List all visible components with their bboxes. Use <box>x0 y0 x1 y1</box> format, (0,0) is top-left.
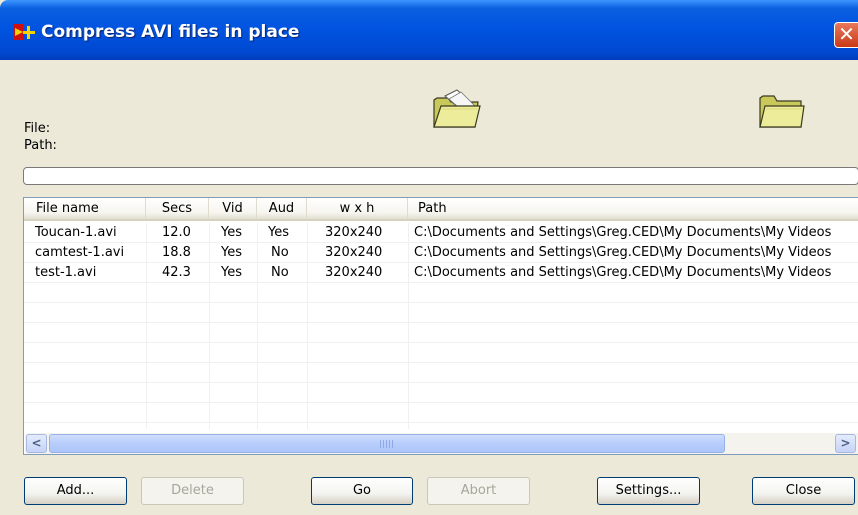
progress-bar <box>23 167 858 185</box>
scroll-left-button[interactable]: < <box>26 434 47 453</box>
cell-file-name: test-1.avi <box>35 265 97 280</box>
cell-secs: 18.8 <box>162 245 191 260</box>
cell-aud: Yes <box>268 225 289 240</box>
cell-vid: Yes <box>221 245 242 260</box>
scroll-right-button[interactable]: > <box>835 434 856 453</box>
file-list[interactable]: File name Secs Vid Aud w x h Path Toucan… <box>23 197 858 455</box>
open-folder-icon <box>433 89 481 128</box>
cell-wxh: 320x240 <box>325 265 383 280</box>
app-icon <box>13 24 35 40</box>
table-row[interactable]: Toucan-1.avi 12.0 Yes Yes 320x240 C:\Doc… <box>24 223 858 243</box>
empty-row <box>24 323 858 343</box>
abort-button[interactable]: Abort <box>427 477 530 505</box>
empty-row <box>24 303 858 323</box>
go-button[interactable]: Go <box>311 477 413 505</box>
table-row[interactable]: test-1.avi 42.3 Yes No 320x240 C:\Docume… <box>24 263 858 283</box>
add-button[interactable]: Add... <box>24 477 127 505</box>
cell-secs: 42.3 <box>162 265 191 280</box>
cell-path: C:\Documents and Settings\Greg.CED\My Do… <box>414 265 832 280</box>
column-header-wxh[interactable]: w x h <box>307 198 408 219</box>
cell-vid: Yes <box>221 265 242 280</box>
cell-wxh: 320x240 <box>325 225 383 240</box>
open-file-button[interactable] <box>431 88 481 130</box>
empty-row <box>24 363 858 383</box>
cell-file-name: Toucan-1.avi <box>35 225 117 240</box>
empty-row <box>24 383 858 403</box>
title-bar: Compress AVI files in place ✕ <box>0 0 858 60</box>
cell-aud: No <box>271 245 289 260</box>
cell-file-name: camtest-1.avi <box>35 245 125 260</box>
window-title: Compress AVI files in place <box>41 22 300 42</box>
file-label: File: <box>24 121 51 136</box>
cell-vid: Yes <box>221 225 242 240</box>
cell-aud: No <box>271 265 289 280</box>
settings-button[interactable]: Settings... <box>597 477 700 505</box>
close-window-button[interactable]: ✕ <box>834 22 858 48</box>
column-header-file-name[interactable]: File name <box>24 198 146 219</box>
scroll-grip-icon <box>380 440 394 448</box>
cell-path: C:\Documents and Settings\Greg.CED\My Do… <box>414 245 832 260</box>
cell-path: C:\Documents and Settings\Greg.CED\My Do… <box>414 225 832 240</box>
empty-row <box>24 403 858 423</box>
list-header: File name Secs Vid Aud w x h Path <box>24 198 858 221</box>
delete-button[interactable]: Delete <box>141 477 244 505</box>
column-header-vid[interactable]: Vid <box>209 198 257 219</box>
close-button[interactable]: Close <box>752 477 855 505</box>
folder-icon <box>759 95 805 128</box>
horizontal-scrollbar[interactable]: < > <box>25 432 858 454</box>
column-header-secs[interactable]: Secs <box>146 198 209 219</box>
empty-row <box>24 343 858 363</box>
table-row[interactable]: camtest-1.avi 18.8 Yes No 320x240 C:\Doc… <box>24 243 858 263</box>
cell-wxh: 320x240 <box>325 245 383 260</box>
column-header-aud[interactable]: Aud <box>257 198 307 219</box>
scroll-thumb[interactable] <box>49 434 725 453</box>
path-label: Path: <box>24 138 57 153</box>
select-folder-button[interactable] <box>757 90 805 130</box>
cell-secs: 12.0 <box>162 225 191 240</box>
empty-row <box>24 283 858 303</box>
dialog-body: File: Path: File name Secs Vid Aud w x h… <box>0 60 858 515</box>
column-header-path[interactable]: Path <box>408 198 858 219</box>
